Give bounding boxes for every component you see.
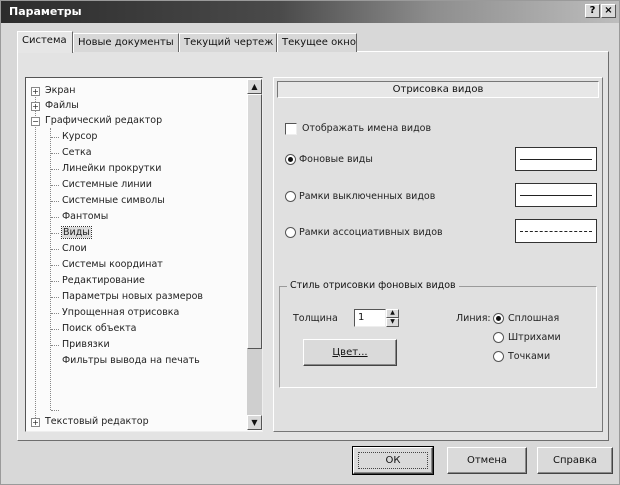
collapse-icon[interactable]: − (31, 117, 40, 126)
tree-item-scrollbars[interactable]: Линейки прокрутки (62, 163, 161, 174)
tree-item-editing[interactable]: Редактирование (62, 275, 145, 286)
line-dotted-label: Точками (508, 351, 551, 362)
expand-icon[interactable]: + (31, 102, 40, 111)
tree-item-object-search[interactable]: Поиск объекта (62, 323, 136, 334)
background-views-line-swatch[interactable] (515, 147, 597, 171)
tree-connector (51, 185, 59, 186)
tree-item-cursor[interactable]: Курсор (62, 131, 97, 142)
tree-item-graphic-editor[interactable]: Графический редактор (45, 115, 162, 126)
tree-item-simplified-drawing[interactable]: Упрощенная отрисовка (62, 307, 179, 318)
background-views-radio[interactable] (285, 154, 296, 165)
close-button[interactable]: × (601, 4, 616, 18)
color-button[interactable]: Цвет... (303, 339, 397, 366)
ok-button-label: ОК (358, 452, 428, 469)
expand-icon[interactable]: + (31, 418, 40, 427)
window-title: Параметры (9, 5, 82, 18)
tree-item-text-editor[interactable]: Текстовый редактор (45, 416, 149, 427)
line-solid-label: Сплошная (508, 313, 560, 324)
tree-connector (51, 313, 59, 314)
spin-up-icon[interactable]: ▲ (386, 309, 399, 318)
tab-new-documents[interactable]: Новые документы (73, 33, 179, 52)
line-dashed-radio[interactable] (493, 332, 504, 343)
settings-tree[interactable] (25, 77, 263, 432)
tree-connector (35, 91, 36, 426)
thickness-input[interactable]: 1 (354, 309, 386, 327)
tree-connector (51, 345, 59, 346)
tree-item-screen[interactable]: Экран (45, 85, 75, 96)
tree-item-files[interactable]: Файлы (45, 100, 79, 111)
scroll-thumb[interactable] (247, 94, 262, 349)
disabled-view-frames-label: Рамки выключенных видов (299, 191, 436, 202)
associative-view-frames-label: Рамки ассоциативных видов (299, 227, 443, 238)
tree-item-layers[interactable]: Слои (62, 243, 87, 254)
thickness-label: Толщина (293, 313, 338, 324)
tree-item-system-symbols[interactable]: Системные символы (62, 195, 165, 206)
tree-item-views[interactable]: Виды (61, 226, 92, 239)
ok-button[interactable]: ОК (352, 446, 434, 475)
line-solid-radio[interactable] (493, 313, 504, 324)
show-view-names-checkbox[interactable] (285, 123, 297, 135)
tree-item-phantoms[interactable]: Фантомы (62, 211, 108, 222)
tree-connector (51, 201, 59, 202)
show-view-names-label: Отображать имена видов (302, 123, 432, 134)
background-style-group-title: Стиль отрисовки фоновых видов (287, 280, 459, 291)
background-views-label: Фоновые виды (299, 154, 373, 165)
scroll-up-icon[interactable]: ▲ (247, 79, 262, 94)
parameters-dialog: Параметры ? × Система Новые документы Те… (0, 0, 620, 485)
cancel-button[interactable]: Отмена (447, 447, 527, 474)
tree-connector (51, 249, 59, 250)
tree-item-print-filters[interactable]: Фильтры вывода на печать (62, 355, 200, 366)
expand-icon[interactable]: + (31, 87, 40, 96)
tree-connector (51, 169, 59, 170)
line-dashed-label: Штрихами (508, 332, 561, 343)
tree-scrollbar[interactable]: ▲ ▼ (247, 79, 262, 430)
line-dotted-radio[interactable] (493, 351, 504, 362)
help-title-button[interactable]: ? (585, 4, 600, 18)
tab-system[interactable]: Система (17, 31, 73, 53)
line-label: Линия: (456, 313, 491, 324)
tree-connector (51, 233, 59, 234)
tree-connector (51, 153, 59, 154)
disabled-view-frames-radio[interactable] (285, 191, 296, 202)
title-bar[interactable]: Параметры ? × (1, 1, 619, 23)
tree-connector (51, 329, 59, 330)
tree-connector (51, 265, 59, 266)
section-header: Отрисовка видов (277, 81, 599, 98)
tree-item-new-dimension-params[interactable]: Параметры новых размеров (62, 291, 203, 302)
tree-connector (51, 281, 59, 282)
tree-item-grid[interactable]: Сетка (62, 147, 92, 158)
thickness-spinner[interactable]: ▲ ▼ (386, 309, 399, 327)
tree-item-snaps[interactable]: Привязки (62, 339, 110, 350)
spin-down-icon[interactable]: ▼ (386, 318, 399, 327)
disabled-view-frames-line-swatch[interactable] (515, 183, 597, 207)
associative-view-frames-radio[interactable] (285, 227, 296, 238)
tab-current-window[interactable]: Текущее окно (277, 33, 357, 52)
tree-connector (51, 217, 59, 218)
color-button-label: Цвет... (332, 347, 368, 358)
tree-connector (51, 297, 59, 298)
associative-view-frames-line-swatch[interactable] (515, 219, 597, 243)
tree-connector (51, 410, 59, 411)
tree-connector (50, 128, 51, 410)
tree-item-coordinate-systems[interactable]: Системы координат (62, 259, 163, 270)
scroll-down-icon[interactable]: ▼ (247, 415, 262, 430)
tab-current-drawing[interactable]: Текущий чертеж (179, 33, 277, 52)
tree-item-system-lines[interactable]: Системные линии (62, 179, 152, 190)
help-button[interactable]: Справка (537, 447, 613, 474)
tree-connector (51, 137, 59, 138)
